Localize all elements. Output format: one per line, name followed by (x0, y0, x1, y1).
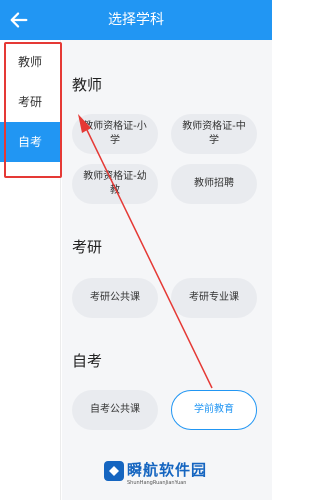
sidebar-item-postgrad[interactable]: 考研 (0, 82, 60, 122)
chip-postgrad-public[interactable]: 考研公共课 (72, 278, 158, 318)
subject-list: 教师 教师资格证-小学 教师资格证-中学 教师资格证-幼教 教师招聘 考研 考研… (62, 40, 272, 500)
top-app-bar: 选择学科 (0, 0, 272, 40)
chip-teacher-recruitment[interactable]: 教师招聘 (171, 164, 257, 204)
watermark-name: 瞬航软件园 (127, 461, 208, 479)
section-title-self-study: 自考 (72, 352, 103, 370)
category-sidebar: 教师 考研 自考 (0, 40, 61, 500)
watermark-url: ShunHangRuanJianYuan (127, 480, 187, 486)
chip-teacher-preschool[interactable]: 教师资格证-幼教 (72, 164, 158, 204)
section-title-postgrad: 考研 (72, 238, 103, 256)
sidebar-item-teacher[interactable]: 教师 (0, 42, 60, 82)
chip-postgrad-major[interactable]: 考研专业课 (171, 278, 257, 318)
chip-teacher-primary[interactable]: 教师资格证-小学 (72, 114, 158, 154)
watermark-logo-icon (104, 461, 124, 481)
section-title-teacher: 教师 (72, 76, 103, 94)
chip-selfstudy-public[interactable]: 自考公共课 (72, 390, 158, 430)
page-title: 选择学科 (108, 12, 164, 28)
sidebar-item-self-study[interactable]: 自考 (0, 122, 60, 162)
chip-preschool-education[interactable]: 学前教育 (171, 390, 257, 430)
watermark: 瞬航软件园 ShunHangRuanJianYuan (85, 458, 260, 498)
chip-teacher-secondary[interactable]: 教师资格证-中学 (171, 114, 257, 154)
